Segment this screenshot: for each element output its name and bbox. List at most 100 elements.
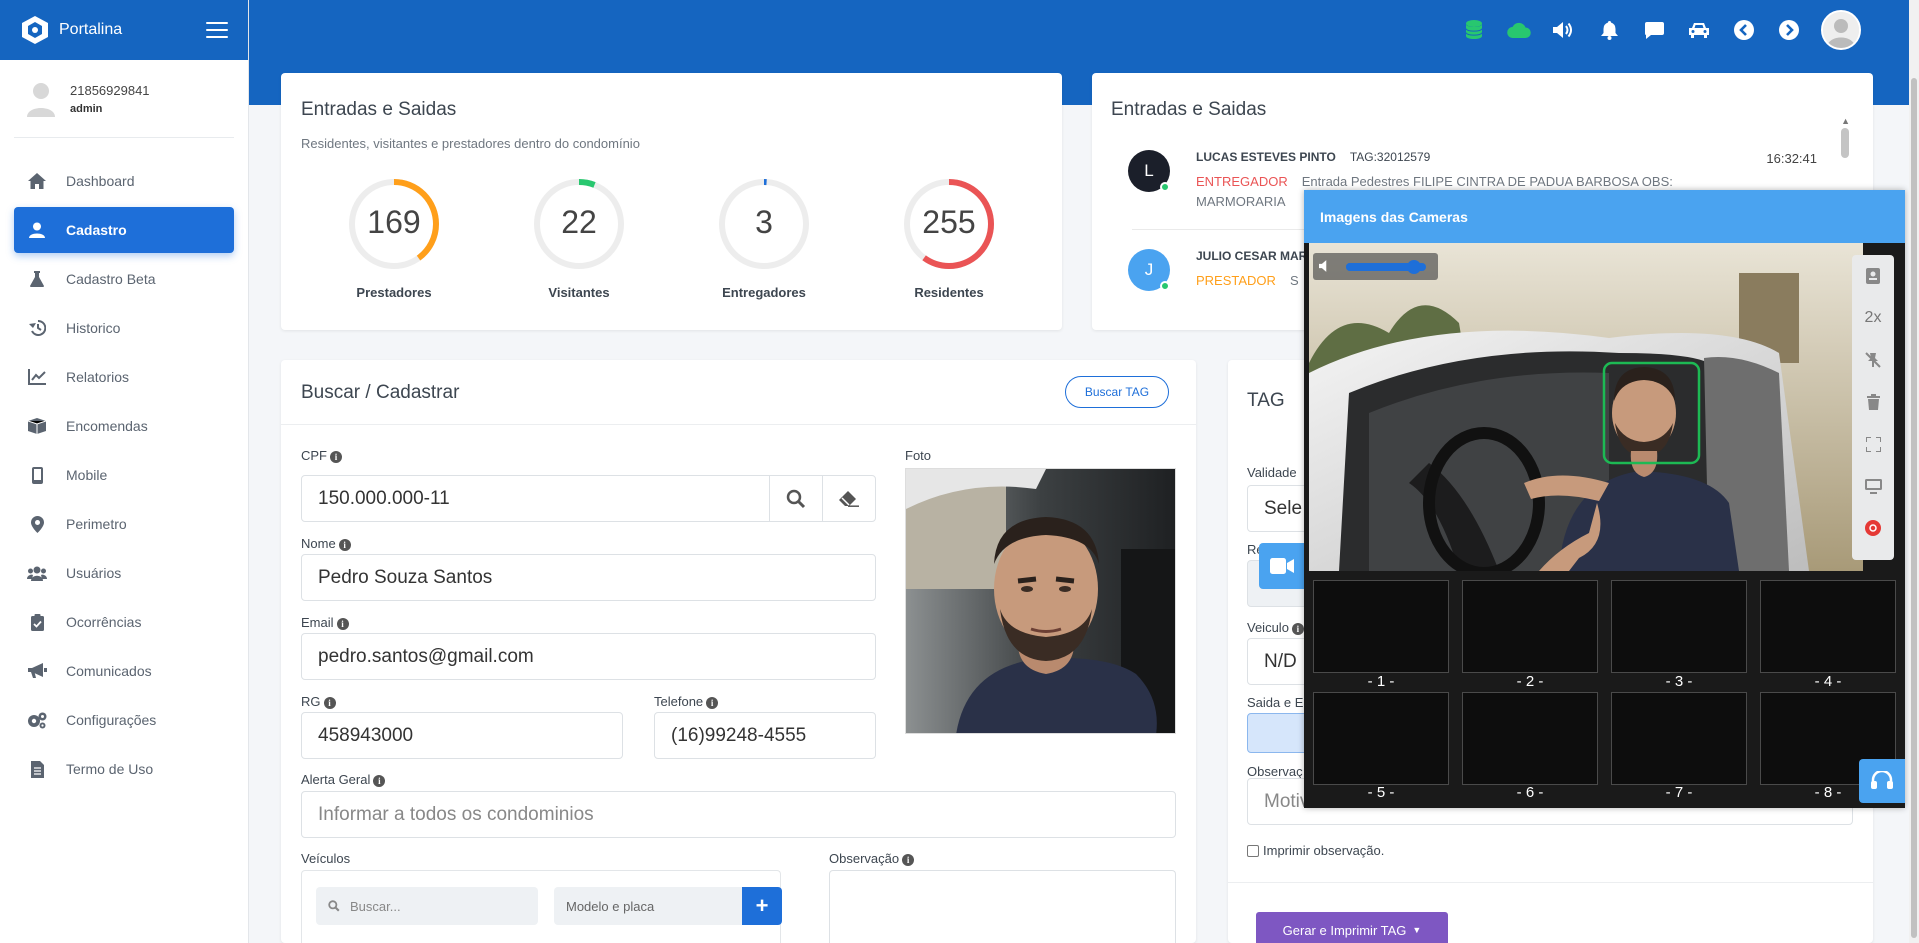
- volume-fill: [1346, 263, 1414, 271]
- sidebar-item-comunicados[interactable]: Comunicados: [14, 648, 234, 694]
- camera-thumbnail-6[interactable]: [1462, 692, 1598, 785]
- volume-control[interactable]: [1313, 253, 1438, 280]
- foto-label: Foto: [905, 448, 932, 463]
- imprimir-observacao-row: Imprimir observação.: [1247, 843, 1384, 858]
- snapshot-button[interactable]: [1852, 255, 1894, 297]
- zoom-button[interactable]: 2x: [1852, 297, 1894, 339]
- clipboard-check-icon: [26, 611, 48, 633]
- sidebar-item-configuracoes[interactable]: Configurações: [14, 697, 234, 743]
- profile-avatar[interactable]: [1821, 10, 1861, 50]
- veiculos-search-input[interactable]: Buscar...: [316, 887, 538, 925]
- hamburger-menu-icon[interactable]: [206, 22, 228, 38]
- alerta-input[interactable]: Informar a todos os condominios: [301, 791, 1176, 838]
- unpin-button[interactable]: [1852, 339, 1894, 381]
- buscar-tag-button[interactable]: Buscar TAG: [1065, 376, 1169, 408]
- info-icon: i: [323, 697, 336, 709]
- alerta-label-text: Alerta Geral: [301, 772, 371, 787]
- info-icon: i: [338, 539, 351, 551]
- sidebar-item-label: Ocorrências: [66, 614, 142, 630]
- camera-thumbnail-1[interactable]: [1313, 580, 1449, 673]
- zoom-label: 2x: [1864, 309, 1882, 326]
- main-camera-view[interactable]: [1309, 243, 1863, 571]
- sidebar-item-label: Relatorios: [66, 369, 130, 385]
- volume-knob[interactable]: [1407, 260, 1421, 274]
- camera-thumbnail-3[interactable]: [1611, 580, 1747, 673]
- speaker-icon: [1319, 260, 1327, 272]
- user-role: admin: [70, 102, 103, 115]
- page-scrollbar-thumb[interactable]: [1911, 78, 1917, 938]
- camera-toolbar: 2x: [1852, 255, 1894, 560]
- person-photo[interactable]: [905, 468, 1176, 734]
- badge-icon: [1866, 268, 1880, 284]
- gerar-imprimir-tag-button[interactable]: Gerar e Imprimir TAG ▼: [1256, 912, 1448, 943]
- camera-thumbnail-7[interactable]: [1611, 692, 1747, 785]
- thumbnail-label: - 3 -: [1665, 673, 1693, 690]
- add-vehicle-button[interactable]: +: [742, 887, 782, 925]
- database-icon[interactable]: [1462, 18, 1486, 42]
- camera-panel-title: Imagens das Cameras: [1304, 190, 1905, 243]
- sidebar-item-relatorios[interactable]: Relatorios: [14, 354, 234, 400]
- delete-button[interactable]: [1852, 381, 1894, 423]
- imprimir-label: Imprimir observação.: [1263, 843, 1385, 858]
- sidebar-item-historico[interactable]: Historico: [14, 305, 234, 351]
- sidebar-item-dashboard[interactable]: Dashboard: [14, 158, 234, 204]
- entry-header: LUCAS ESTEVES PINTO TAG:32012579: [1196, 150, 1430, 164]
- camera-thumbnail-2[interactable]: [1462, 580, 1598, 673]
- cpf-label-text: CPF: [301, 448, 327, 463]
- camera-thumbnail-4[interactable]: [1760, 580, 1896, 673]
- ring-label: Prestadores: [356, 285, 432, 300]
- chevron-left-circle-icon[interactable]: [1732, 18, 1756, 42]
- stats-card-title: Entradas e Saidas: [301, 99, 457, 120]
- info-icon: i: [706, 697, 719, 709]
- observacao-textarea[interactable]: [829, 870, 1176, 943]
- alerta-label: Alerta Geral i: [301, 772, 386, 787]
- sidebar-item-mobile[interactable]: Mobile: [14, 452, 234, 498]
- email-label-text: Email: [301, 615, 334, 630]
- cloud-icon[interactable]: [1507, 18, 1531, 42]
- ring-value: 255: [922, 204, 976, 240]
- modelo-placa-input[interactable]: Modelo e placa: [554, 887, 744, 925]
- stats-card-subtitle: Residentes, visitantes e prestadores den…: [301, 136, 640, 151]
- chevron-right-circle-icon[interactable]: [1777, 18, 1801, 42]
- sidebar-item-cadastro-beta[interactable]: Cadastro Beta: [14, 256, 234, 302]
- cpf-label: CPF i: [301, 448, 342, 463]
- nome-label-text: Nome: [301, 536, 336, 551]
- page-scrollbar[interactable]: [1909, 0, 1919, 943]
- sidebar-item-ocorrencias[interactable]: Ocorrências: [14, 599, 234, 645]
- imprimir-checkbox[interactable]: [1247, 844, 1259, 857]
- support-button[interactable]: [1859, 759, 1905, 803]
- ring-entregadores: 3: [718, 178, 810, 270]
- camera-thumbnail-5[interactable]: [1313, 692, 1449, 785]
- video-camera-icon: [1270, 558, 1294, 574]
- sidebar-item-usuarios[interactable]: Usuários: [14, 550, 234, 596]
- cpf-input[interactable]: 150.000.000-11: [301, 475, 770, 522]
- rg-input[interactable]: 458943000: [301, 712, 623, 759]
- scroll-up-icon[interactable]: ▲: [1841, 116, 1850, 126]
- chat-icon[interactable]: [1642, 18, 1666, 42]
- home-icon: [26, 170, 48, 192]
- sidebar-item-perimetro[interactable]: Perimetro: [14, 501, 234, 547]
- cpf-search-button[interactable]: [769, 475, 823, 522]
- sidebar-item-termo-de-uso[interactable]: Termo de Uso: [14, 746, 234, 792]
- email-input[interactable]: pedro.santos@gmail.com: [301, 633, 876, 680]
- entry-name: JULIO CESAR MAR: [1196, 249, 1308, 263]
- monitor-button[interactable]: [1852, 465, 1894, 507]
- observacao-label: Observação i: [829, 851, 915, 866]
- bell-icon[interactable]: [1597, 18, 1621, 42]
- record-button[interactable]: [1852, 507, 1894, 549]
- box-icon: [26, 415, 48, 437]
- fullscreen-button[interactable]: [1852, 423, 1894, 465]
- telefone-input[interactable]: (16)99248-4555: [654, 712, 876, 759]
- car-icon[interactable]: [1687, 18, 1711, 42]
- volume-icon[interactable]: [1552, 18, 1576, 42]
- toggle-camera-panel-button[interactable]: [1259, 543, 1305, 589]
- nome-input[interactable]: Pedro Souza Santos: [301, 554, 876, 601]
- cpf-clear-button[interactable]: [822, 475, 876, 522]
- thumbnail-label: - 5 -: [1367, 784, 1395, 801]
- sidebar-item-label: Termo de Uso: [66, 761, 154, 777]
- sidebar-item-cadastro[interactable]: Cadastro: [14, 207, 234, 253]
- sidebar-item-label: Encomendas: [66, 418, 148, 434]
- thumbnail-label: - 1 -: [1367, 673, 1395, 690]
- thumbnail-label: - 6 -: [1516, 784, 1544, 801]
- sidebar-item-encomendas[interactable]: Encomendas: [14, 403, 234, 449]
